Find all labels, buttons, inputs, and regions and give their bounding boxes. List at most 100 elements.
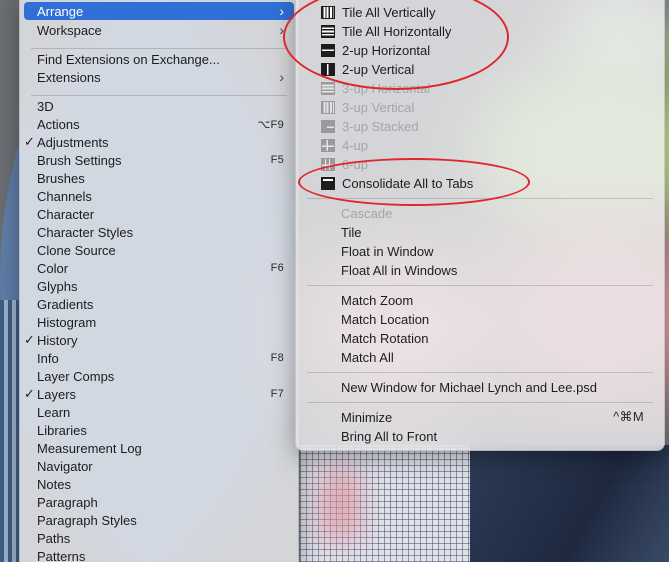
menu-item-brushes[interactable]: Brushes [20, 169, 298, 187]
submenu-item-3-up-vertical: 3-up Vertical [296, 98, 664, 116]
submenu-item-new-window-for-michael-lynch-and-lee-psd[interactable]: New Window for Michael Lynch and Lee.psd [296, 378, 664, 396]
menu-item-label: Minimize [341, 409, 393, 425]
menu-item-label: Find Extensions on Exchange... [37, 51, 220, 67]
menu-item-gradients[interactable]: Gradients [20, 295, 298, 313]
menu-item-notes[interactable]: Notes [20, 475, 298, 493]
menu-item-label: 2-up Horizontal [342, 42, 431, 58]
submenu-item-match-zoom[interactable]: Match Zoom [296, 291, 664, 309]
menu-item-label: Match Rotation [341, 330, 429, 346]
submenu-item-float-in-window[interactable]: Float in Window [296, 242, 664, 260]
submenu-item-bring-all-to-front[interactable]: Bring All to Front [296, 427, 664, 445]
menu-item-label: 6-up [342, 156, 369, 172]
menu-item-info[interactable]: Info F8 [20, 349, 298, 367]
menu-separator [307, 198, 653, 199]
background-glare [320, 470, 360, 540]
submenu-item-tile-all-vertically[interactable]: Tile All Vertically [296, 3, 664, 21]
menu-item-label: Measurement Log [37, 440, 142, 456]
menu-item-label: Match Location [341, 311, 430, 327]
menu-item-paths[interactable]: Paths [20, 529, 298, 547]
window-menu: Arrange › Workspace › Find Extensions on Exc… [19, 0, 299, 562]
menu-item-label: Gradients [37, 296, 94, 312]
menu-item-label: Cascade [341, 205, 393, 221]
consolidate-tabs-icon [321, 176, 335, 190]
submenu-item-2-up-vertical[interactable]: 2-up Vertical [296, 60, 664, 78]
submenu-item-match-location[interactable]: Match Location [296, 310, 664, 328]
menu-item-label: 4-up [342, 137, 369, 153]
background-dark-jacket [470, 445, 669, 562]
submenu-item-tile-all-horizontally[interactable]: Tile All Horizontally [296, 22, 664, 40]
menu-item-label: Brushes [37, 170, 85, 186]
menu-item-label: Consolidate All to Tabs [342, 175, 474, 191]
menu-item-label: History [37, 332, 78, 348]
menu-item-label: Character Styles [37, 224, 134, 240]
menu-item-layer-comps[interactable]: Layer Comps [20, 367, 298, 385]
menu-item-histogram[interactable]: Histogram [20, 313, 298, 331]
menu-item-clone-source[interactable]: Clone Source [20, 241, 298, 259]
submenu-item-consolidate-all-to-tabs[interactable]: Consolidate All to Tabs [296, 174, 664, 192]
menu-item-label: 3-up Horizontal [342, 80, 431, 96]
menu-item-label: Tile All Horizontally [342, 23, 452, 39]
menu-item-actions[interactable]: Actions ⌥F9 [20, 115, 298, 133]
menu-item-label: Libraries [37, 422, 87, 438]
menu-item-label: Arrange [37, 3, 84, 19]
submenu-item-tile[interactable]: Tile [296, 223, 664, 241]
menu-item-label: Clone Source [37, 242, 116, 258]
checkmark-icon: ✓ [24, 332, 35, 347]
menu-item-navigator[interactable]: Navigator [20, 457, 298, 475]
chevron-right-icon: › [279, 69, 284, 85]
menu-item-measurement-log[interactable]: Measurement Log [20, 439, 298, 457]
menu-item-label: Histogram [37, 314, 97, 330]
background-fence [0, 300, 20, 562]
menu-item-label: Actions [37, 116, 80, 132]
menu-item-color[interactable]: Color F6 [20, 259, 298, 277]
menu-item-label: Match All [341, 349, 394, 365]
menu-item-3d[interactable]: 3D [20, 97, 298, 115]
menu-item-label: Layers [37, 386, 77, 402]
shortcut-label: F7 [270, 388, 284, 400]
menu-item-channels[interactable]: Channels [20, 187, 298, 205]
menu-item-character[interactable]: Character [20, 205, 298, 223]
two-up-horizontal-icon [321, 43, 335, 57]
submenu-item-match-rotation[interactable]: Match Rotation [296, 329, 664, 347]
menu-item-brush-settings[interactable]: Brush Settings F5 [20, 151, 298, 169]
tile-horizontal-icon [321, 24, 335, 38]
menu-item-label: Color [37, 260, 69, 276]
menu-item-label: Match Zoom [341, 292, 414, 308]
two-up-vertical-icon [321, 62, 335, 76]
menu-item-label: Navigator [37, 458, 93, 474]
shortcut-label: ⌥F9 [257, 118, 284, 131]
menu-item-find-extensions-on-exchange[interactable]: Find Extensions on Exchange... [20, 50, 298, 68]
menu-item-label: Extensions [37, 69, 101, 85]
checkmark-icon: ✓ [24, 386, 35, 401]
menu-item-arrange[interactable]: Arrange › [24, 2, 294, 20]
menu-item-label: Learn [37, 404, 71, 420]
menu-item-extensions[interactable]: Extensions › [20, 68, 298, 86]
menu-item-character-styles[interactable]: Character Styles [20, 223, 298, 241]
menu-item-label: Layer Comps [37, 368, 115, 384]
menu-item-learn[interactable]: Learn [20, 403, 298, 421]
menu-item-paragraph[interactable]: Paragraph [20, 493, 298, 511]
submenu-item-6-up: 6-up [296, 155, 664, 173]
submenu-item-3-up-horizontal: 3-up Horizontal [296, 79, 664, 97]
menu-item-label: Tile All Vertically [342, 4, 436, 20]
submenu-item-2-up-horizontal[interactable]: 2-up Horizontal [296, 41, 664, 59]
menu-item-adjustments[interactable]: ✓ Adjustments [20, 133, 298, 151]
submenu-item-minimize[interactable]: Minimize ^⌘M [296, 408, 664, 426]
menu-item-label: Bring All to Front [341, 428, 438, 444]
menu-item-libraries[interactable]: Libraries [20, 421, 298, 439]
menu-separator [307, 285, 653, 286]
menu-item-paragraph-styles[interactable]: Paragraph Styles [20, 511, 298, 529]
chevron-right-icon: › [279, 22, 284, 38]
menu-item-patterns[interactable]: Patterns [20, 547, 298, 562]
submenu-item-match-all[interactable]: Match All [296, 348, 664, 366]
menu-item-glyphs[interactable]: Glyphs [20, 277, 298, 295]
submenu-item-float-all-in-windows[interactable]: Float All in Windows [296, 261, 664, 279]
menu-item-label: Float All in Windows [341, 262, 458, 278]
three-up-vertical-icon [321, 100, 335, 114]
menu-item-history[interactable]: ✓ History [20, 331, 298, 349]
menu-item-workspace[interactable]: Workspace › [20, 21, 298, 39]
menu-item-label: 3-up Stacked [342, 118, 419, 134]
menu-item-layers[interactable]: ✓ Layers F7 [20, 385, 298, 403]
menu-item-label: Float in Window [341, 243, 434, 259]
three-up-horizontal-icon [321, 81, 335, 95]
